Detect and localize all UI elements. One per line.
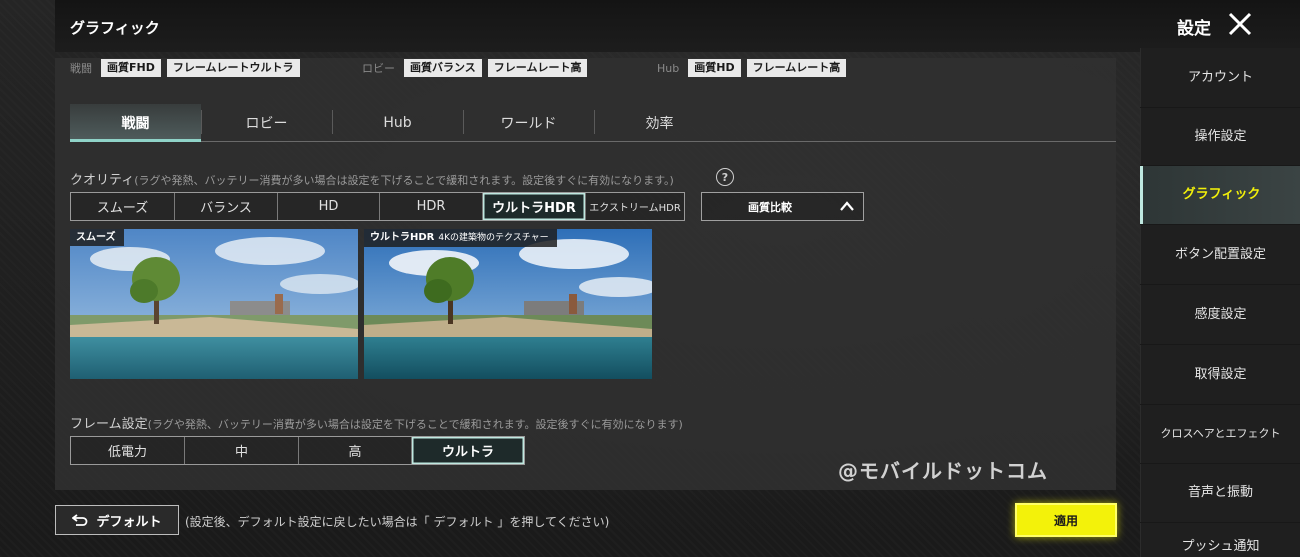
frame-option-high[interactable]: 高 — [298, 437, 411, 464]
sidebar-item-account[interactable]: アカウント — [1140, 48, 1300, 107]
close-icon[interactable] — [1227, 11, 1253, 37]
frame-label: フレーム設定 — [70, 417, 148, 432]
preview-tag: スムーズ — [70, 229, 124, 246]
tab-world[interactable]: ワールド — [463, 104, 594, 141]
preview-ultra-hdr: ウルトラHDR 4Kの建築物のテクスチャー — [364, 229, 652, 379]
undo-icon — [72, 514, 88, 526]
apply-button[interactable]: 適用 — [1015, 503, 1117, 537]
frame-option-ultra[interactable]: ウルトラ — [411, 437, 524, 464]
quality-option-smooth[interactable]: スムーズ — [71, 193, 174, 220]
summary-label: 戦闘 — [70, 62, 92, 75]
quality-option-extreme-hdr[interactable]: エクストリームHDR — [585, 193, 684, 220]
summary-label: Hub — [657, 61, 680, 75]
sidebar-item-controls[interactable]: 操作設定 — [1140, 108, 1300, 165]
preview-tag-sub: 4Kの建築物のテクスチャー — [438, 233, 549, 243]
preview-tag-label: スムーズ — [76, 232, 116, 243]
summary-lobby: ロビー 画質バランス フレームレート高 — [362, 59, 588, 77]
help-icon[interactable]: ? — [716, 168, 734, 186]
frame-option-low-power[interactable]: 低電力 — [71, 437, 184, 464]
sidebar-item-pickup[interactable]: 取得設定 — [1140, 345, 1300, 404]
quality-compare-button[interactable]: 画質比較 — [701, 192, 864, 221]
summary-chip: フレームレートウルトラ — [166, 59, 300, 77]
quality-option-balanced[interactable]: バランス — [174, 193, 277, 220]
tab-efficiency[interactable]: 効率 — [594, 104, 725, 141]
quality-note: (ラグや発熱、バッテリー消費が多い場合は設定を下げることで緩和されます。設定後す… — [134, 174, 674, 187]
default-button-label: デフォルト — [96, 514, 162, 530]
preview-tag: ウルトラHDR 4Kの建築物のテクスチャー — [364, 229, 557, 247]
default-note: (設定後、デフォルト設定に戻したい場合は「 デフォルト 」を押してください) — [185, 515, 610, 529]
landscape-image — [70, 229, 358, 379]
sidebar-item-sensitivity[interactable]: 感度設定 — [1140, 285, 1300, 344]
summary-chip: 画質HD — [688, 59, 741, 77]
preview-smooth: スムーズ — [70, 229, 358, 379]
preview-tag-label: ウルトラHDR — [370, 232, 435, 243]
page-title: グラフィック — [70, 19, 160, 37]
quality-option-ultra-hdr[interactable]: ウルトラHDR — [482, 193, 585, 220]
sidebar-item-button-layout[interactable]: ボタン配置設定 — [1140, 225, 1300, 284]
landscape-image — [364, 229, 652, 379]
tab-battle[interactable]: 戦闘 — [70, 104, 201, 142]
quality-label: クオリティ — [70, 173, 135, 188]
summary-battle: 戦闘 画質FHD フレームレートウルトラ — [70, 59, 300, 77]
summary-hub: Hub 画質HD フレームレート高 — [657, 59, 847, 77]
tab-lobby[interactable]: ロビー — [201, 104, 332, 141]
quality-compare-label: 画質比較 — [748, 200, 792, 214]
settings-title: 設定 — [1177, 19, 1211, 39]
watermark: @モバイルドットコム — [838, 459, 1048, 483]
quality-option-hd[interactable]: HD — [277, 193, 379, 220]
sidebar-item-crosshair[interactable]: クロスヘアとエフェクト — [1140, 405, 1300, 463]
quality-heading: クオリティ(ラグや発熱、バッテリー消費が多い場合は設定を下げることで緩和されます… — [70, 169, 674, 188]
tab-hub[interactable]: Hub — [332, 104, 463, 141]
quality-option-hdr[interactable]: HDR — [379, 193, 482, 220]
sidebar-item-graphics[interactable]: グラフィック — [1140, 166, 1300, 224]
default-button[interactable]: デフォルト — [55, 505, 179, 535]
summary-label: ロビー — [362, 62, 395, 75]
frame-heading: フレーム設定(ラグや発熱、バッテリー消費が多い場合は設定を下げることで緩和されま… — [70, 413, 683, 432]
top-bar — [55, 0, 1300, 52]
summary-chip: フレームレート高 — [487, 59, 588, 77]
sidebar-item-push[interactable]: プッシュ通知 — [1140, 523, 1300, 557]
summary-chip: 画質バランス — [404, 59, 482, 77]
sidebar-item-audio[interactable]: 音声と振動 — [1140, 464, 1300, 522]
summary-chip: フレームレート高 — [746, 59, 847, 77]
chevron-up-icon — [840, 201, 854, 211]
frame-selector: 低電力 中 高 ウルトラ — [70, 436, 525, 465]
mode-tabs: 戦闘 ロビー Hub ワールド 効率 — [70, 104, 1116, 142]
quality-selector: スムーズ バランス HD HDR ウルトラHDR エクストリームHDR — [70, 192, 685, 221]
frame-option-medium[interactable]: 中 — [184, 437, 298, 464]
frame-note: (ラグや発熱、バッテリー消費が多い場合は設定を下げることで緩和されます。設定後す… — [147, 418, 683, 431]
summary-chip: 画質FHD — [101, 59, 161, 77]
